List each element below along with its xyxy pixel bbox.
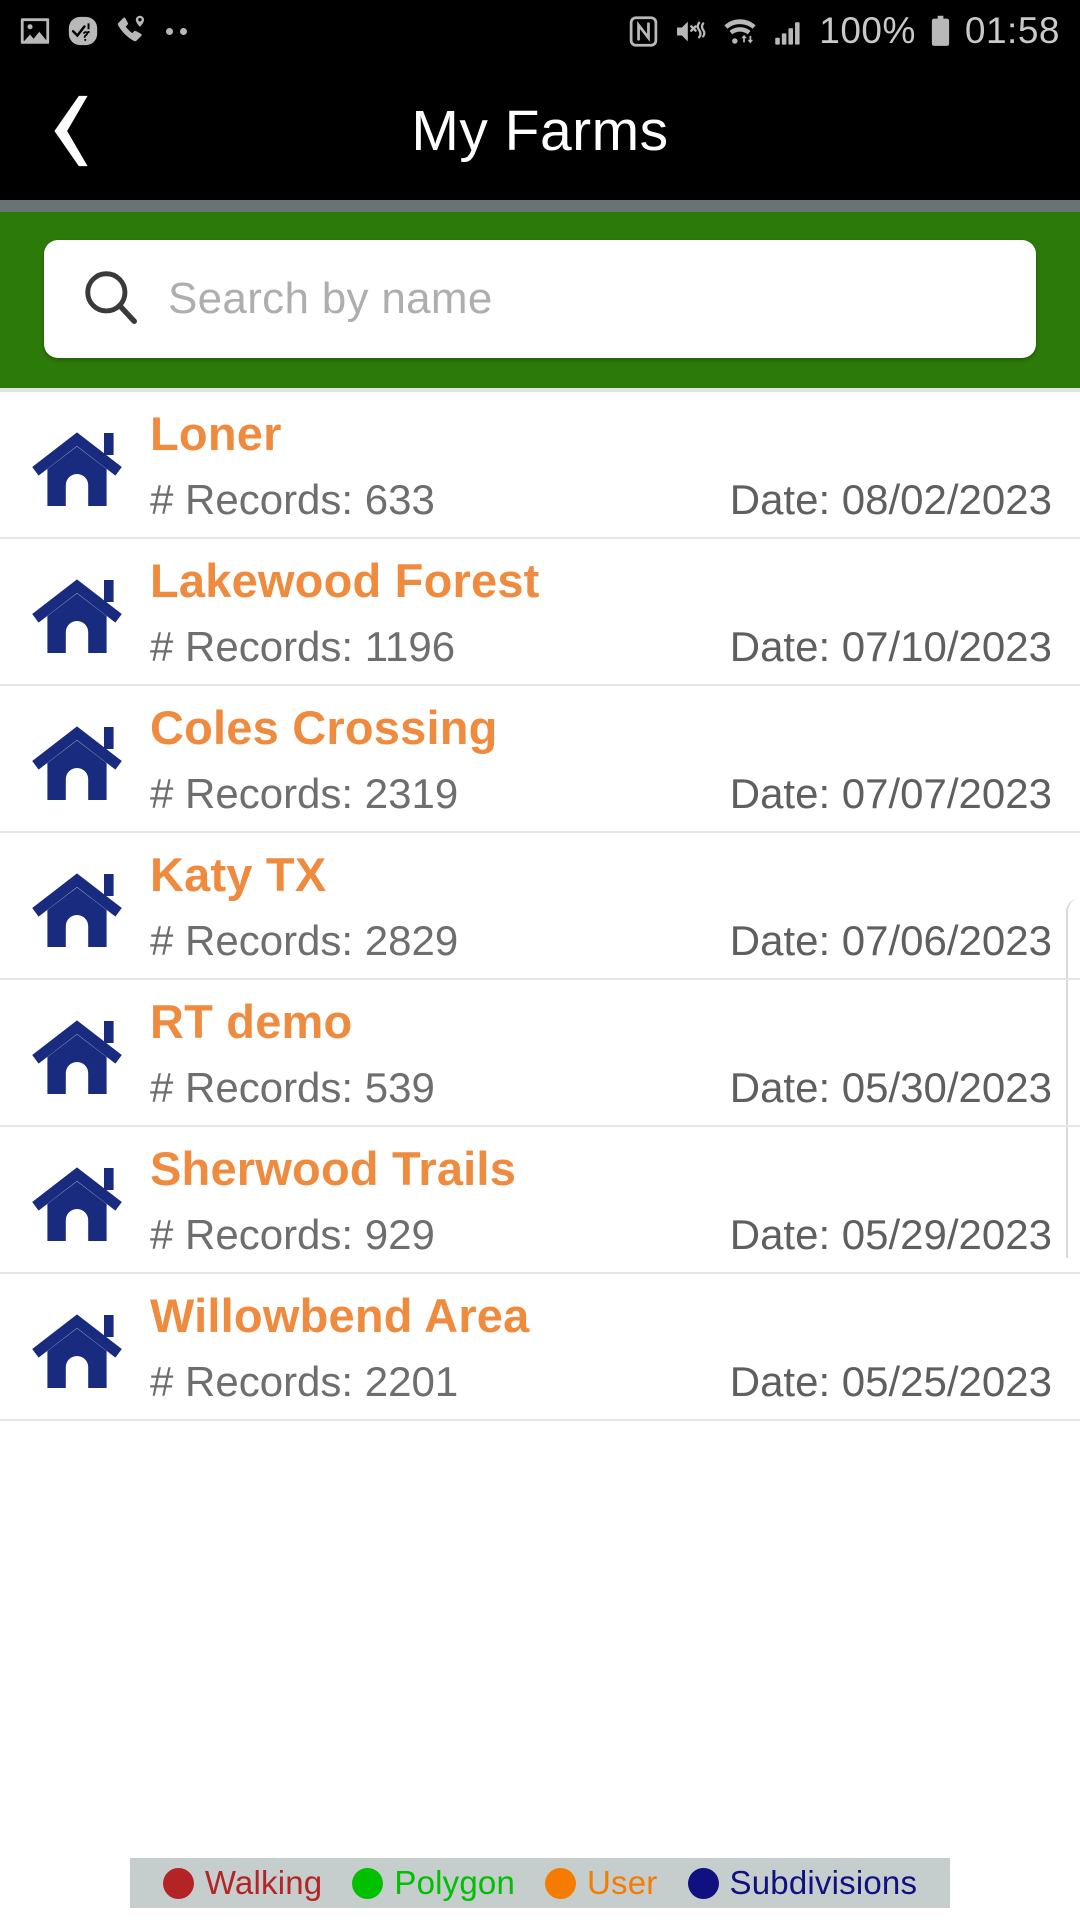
farm-list-item[interactable]: Loner # Records: 633 Date: 08/02/2023: [0, 392, 1080, 539]
legend-container: Walking Polygon User Subdivisions: [0, 1858, 1080, 1920]
farm-row-body: Coles Crossing # Records: 2319 Date: 07/…: [128, 698, 1058, 820]
home-icon: [26, 865, 128, 953]
home-icon: [26, 718, 128, 806]
legend-label: Polygon: [394, 1864, 516, 1901]
home-icon: [26, 1159, 128, 1247]
status-bar-right-icons: 100% 01:58: [627, 0, 1060, 62]
farm-list-item[interactable]: Katy TX # Records: 2829 Date: 07/06/2023: [0, 833, 1080, 980]
farm-records-count: # Records: 2319: [150, 769, 459, 817]
more-dots-icon: [166, 27, 187, 35]
legend-color-dot: [687, 1867, 719, 1899]
legend-color-dot: [162, 1867, 194, 1899]
home-icon: [26, 424, 128, 512]
farm-row-body: Katy TX # Records: 2829 Date: 07/06/2023: [128, 845, 1058, 967]
battery-icon: [929, 14, 952, 49]
status-bar-left-icons: [0, 14, 187, 48]
farm-list-item[interactable]: Sherwood Trails # Records: 929 Date: 05/…: [0, 1127, 1080, 1274]
vibrate-mute-icon: [673, 15, 708, 48]
farm-name: Katy TX: [150, 847, 327, 901]
farm-date: Date: 05/29/2023: [729, 1210, 1052, 1258]
farm-date: Date: 05/30/2023: [729, 1063, 1052, 1111]
farm-date: Date: 05/25/2023: [729, 1357, 1052, 1405]
legend-color-dot: [545, 1867, 577, 1899]
farm-row-body: Loner # Records: 633 Date: 08/02/2023: [128, 404, 1058, 526]
title-divider: [0, 200, 1080, 212]
call-location-icon: [114, 14, 148, 48]
farm-name: RT demo: [150, 994, 353, 1048]
search-placeholder: Search by name: [168, 274, 493, 323]
legend-color-dot: [352, 1867, 384, 1899]
search-area: Search by name: [0, 212, 1080, 388]
farm-records-count: # Records: 539: [150, 1063, 435, 1111]
back-chevron-icon: [54, 95, 88, 167]
home-icon: [32, 431, 122, 506]
farm-records-count: # Records: 2829: [150, 916, 459, 964]
farm-row-body: Sherwood Trails # Records: 929 Date: 05/…: [128, 1139, 1058, 1261]
legend-item: Polygon: [352, 1864, 515, 1902]
home-icon: [26, 1306, 128, 1394]
legend-label: Walking: [204, 1864, 323, 1901]
search-input[interactable]: Search by name: [44, 240, 1036, 358]
farm-list-item[interactable]: Willowbend Area # Records: 2201 Date: 05…: [0, 1274, 1080, 1421]
farm-name: Sherwood Trails: [150, 1141, 517, 1195]
farm-list: Loner # Records: 633 Date: 08/02/2023 La…: [0, 392, 1080, 1421]
home-icon: [32, 872, 122, 947]
home-icon: [32, 578, 122, 653]
farm-list-item[interactable]: RT demo # Records: 539 Date: 05/30/2023: [0, 980, 1080, 1127]
farm-date: Date: 07/07/2023: [729, 769, 1052, 817]
farm-row-body: Lakewood Forest # Records: 1196 Date: 07…: [128, 551, 1058, 673]
image-icon: [18, 14, 52, 48]
farm-records-count: # Records: 1196: [150, 622, 456, 670]
home-icon: [32, 1313, 122, 1388]
home-icon: [32, 725, 122, 800]
farm-list-item[interactable]: Lakewood Forest # Records: 1196 Date: 07…: [0, 539, 1080, 686]
farm-name: Coles Crossing: [150, 700, 498, 754]
home-icon: [26, 1012, 128, 1100]
question-check-icon: [66, 14, 100, 48]
farm-date: Date: 07/06/2023: [729, 916, 1052, 964]
farm-name: Lakewood Forest: [150, 553, 540, 607]
farm-name: Loner: [150, 406, 282, 460]
legend-label: Subdivisions: [729, 1864, 918, 1901]
search-icon: [80, 266, 142, 333]
home-icon: [32, 1019, 122, 1094]
farm-date: Date: 08/02/2023: [729, 475, 1052, 523]
page-title: My Farms: [411, 99, 669, 163]
signal-icon: [772, 15, 806, 48]
farm-date: Date: 07/10/2023: [729, 622, 1052, 670]
farm-records-count: # Records: 2201: [150, 1357, 459, 1405]
status-bar: 100% 01:58: [0, 0, 1080, 62]
legend-item: User: [545, 1864, 657, 1902]
home-icon: [32, 1166, 122, 1241]
legend-item: Walking: [162, 1864, 323, 1902]
battery-percent-label: 100%: [819, 10, 916, 51]
farm-records-count: # Records: 633: [150, 475, 435, 523]
farm-row-body: Willowbend Area # Records: 2201 Date: 05…: [128, 1286, 1058, 1408]
legend-bar: Walking Polygon User Subdivisions: [130, 1858, 950, 1908]
legend-item: Subdivisions: [687, 1864, 918, 1902]
farm-name: Willowbend Area: [150, 1288, 530, 1342]
farm-list-item[interactable]: Coles Crossing # Records: 2319 Date: 07/…: [0, 686, 1080, 833]
app-title-bar: My Farms: [0, 62, 1080, 200]
clock-label: 01:58: [964, 10, 1060, 51]
farm-records-count: # Records: 929: [150, 1210, 435, 1258]
farm-row-body: RT demo # Records: 539 Date: 05/30/2023: [128, 992, 1058, 1114]
home-icon: [26, 571, 128, 659]
nfc-icon: [627, 15, 660, 48]
wifi-icon: [721, 15, 759, 48]
legend-label: User: [587, 1864, 658, 1901]
back-button[interactable]: [36, 90, 108, 172]
